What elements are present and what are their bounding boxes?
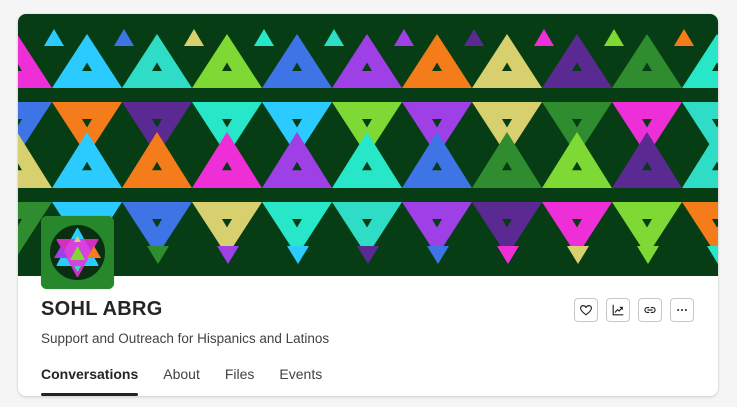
copy-link-button[interactable] xyxy=(638,298,662,322)
group-tabs: Conversations About Files Events xyxy=(41,360,347,396)
group-banner xyxy=(18,14,718,276)
analytics-button[interactable] xyxy=(606,298,630,322)
tab-events[interactable]: Events xyxy=(279,360,322,396)
favorite-button[interactable] xyxy=(574,298,598,322)
group-logo xyxy=(41,216,114,289)
link-icon xyxy=(644,306,656,314)
group-logo-icon xyxy=(41,216,114,289)
more-options-button[interactable] xyxy=(670,298,694,322)
chart-icon xyxy=(612,304,624,316)
tab-files[interactable]: Files xyxy=(225,360,255,396)
heart-icon xyxy=(580,305,592,316)
tab-conversations[interactable]: Conversations xyxy=(41,360,139,396)
more-icon xyxy=(677,308,687,312)
group-actions xyxy=(574,298,694,322)
tab-about[interactable]: About xyxy=(163,360,200,396)
group-header-card: SOHL ABRG Support and Outreach for Hispa… xyxy=(18,14,718,396)
group-title: SOHL ABRG xyxy=(41,298,163,320)
group-description: Support and Outreach for Hispanics and L… xyxy=(41,331,330,346)
